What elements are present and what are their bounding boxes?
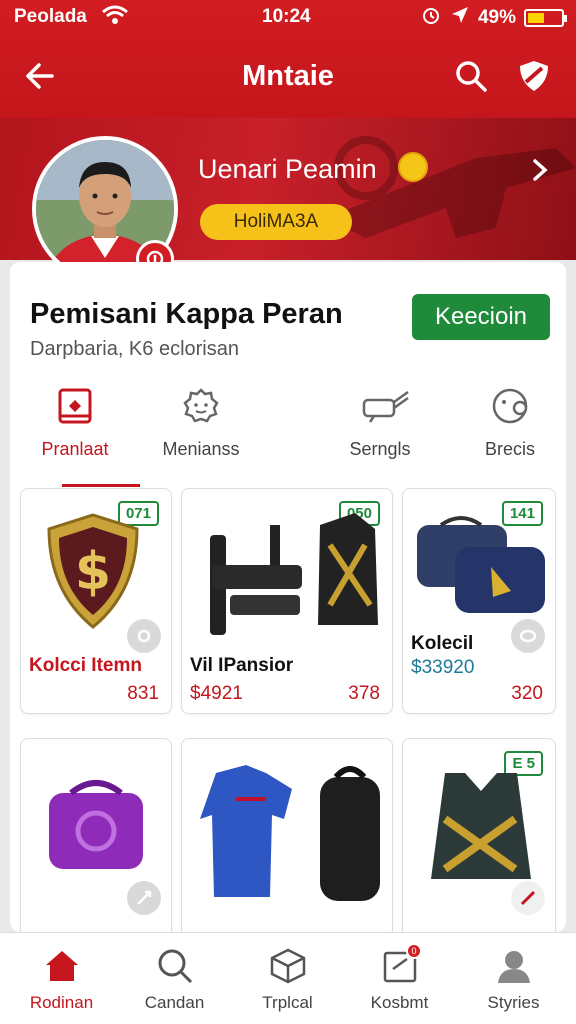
- whistle-icon: [360, 386, 412, 431]
- product-card[interactable]: 141 Kolecil $33920 320: [402, 488, 556, 714]
- coin-icon: [398, 152, 428, 182]
- product-card[interactable]: [181, 738, 393, 938]
- active-tab-indicator: [62, 484, 140, 487]
- box-icon: [269, 947, 307, 990]
- product-name: Kolcci Itemn: [29, 655, 142, 676]
- product-card[interactable]: [20, 738, 172, 938]
- nav-label: Rodinan: [29, 993, 94, 1012]
- tactical-vest-icon: [431, 773, 531, 879]
- wifi-icon: [102, 5, 128, 31]
- home-icon: [43, 947, 81, 990]
- product-card[interactable]: 071 $ Kolcci Itemn 831: [20, 488, 172, 714]
- product-card[interactable]: E 5: [402, 738, 556, 938]
- edit-icon[interactable]: [511, 619, 545, 653]
- svg-text:$: $: [75, 542, 111, 602]
- product-old-price: $33920: [411, 657, 475, 678]
- tab-brecis[interactable]: Brecis: [445, 380, 575, 480]
- carrier-name: Peolada: [14, 6, 87, 27]
- user-icon: [495, 947, 533, 990]
- battery-level: [528, 13, 544, 23]
- nav-profile[interactable]: Styries: [456, 933, 571, 1024]
- purple-bag-icon: [49, 780, 143, 869]
- nav-home[interactable]: Rodinan: [4, 933, 119, 1024]
- shield-emblem-icon: $: [47, 513, 139, 629]
- link-icon[interactable]: [127, 619, 161, 653]
- tab-menianss[interactable]: Menianss: [136, 380, 266, 480]
- product-price: 378: [348, 683, 380, 704]
- page-title: Mntaie: [242, 60, 334, 92]
- rifle-and-vest-icon: [210, 513, 378, 635]
- product-name: Kolecil: [411, 633, 474, 654]
- shield-icon[interactable]: [516, 58, 552, 99]
- tab-serngls[interactable]: Serngls: [315, 380, 445, 480]
- notification-badge: 0: [406, 943, 422, 959]
- product-price: 831: [127, 683, 159, 704]
- nav-box[interactable]: Trplcal: [230, 933, 345, 1024]
- card-subtitle: Darpbaria, K6 eclorisan: [30, 338, 239, 360]
- product-old-price: $4921: [190, 683, 243, 704]
- chevron-right-icon[interactable]: [530, 158, 550, 187]
- battery-percent: 49%: [477, 7, 516, 28]
- nav-inbox[interactable]: 0 Kosbmt: [342, 933, 457, 1024]
- top-bar: Peolada 10:24 49% Mntaie: [0, 0, 576, 120]
- nav-label: Styries: [487, 993, 540, 1012]
- tab-label: Menianss: [162, 439, 240, 459]
- nav-label: Kosbmt: [370, 993, 429, 1012]
- status-bar: Peolada 10:24 49%: [0, 0, 576, 34]
- alarm-icon: [420, 4, 442, 32]
- product-price: 320: [511, 683, 543, 704]
- gift-card-icon: [55, 386, 95, 431]
- location-icon: [450, 5, 470, 31]
- tool-icon[interactable]: [127, 881, 161, 915]
- product-name: Vil IPansior: [190, 655, 294, 676]
- tab-pranlaat[interactable]: Pranlaat: [10, 380, 140, 480]
- card-title: Pemisani Kappa Peran: [30, 298, 343, 330]
- tab-label: Pranlaat: [41, 439, 109, 459]
- nav-label: Trplcal: [262, 993, 313, 1012]
- tab-label: Serngls: [349, 439, 411, 459]
- jersey-and-backpack-icon: [200, 765, 380, 901]
- profile-name: Uenari Peamin: [198, 154, 377, 184]
- search-icon: [156, 947, 194, 990]
- share-icon[interactable]: [511, 881, 545, 915]
- profile-tag[interactable]: HoliMA3A: [200, 204, 352, 240]
- nav-label: Candan: [144, 993, 205, 1012]
- tab-label: Brecis: [484, 439, 535, 459]
- clock: 10:24: [262, 6, 311, 27]
- product-card[interactable]: 050 Vil IPansior $4921 378: [181, 488, 393, 714]
- bottom-nav: Rodinan Candan Trplcal 0 Kosbmt Styries: [0, 932, 576, 1024]
- header-nav: Mntaie: [0, 50, 576, 106]
- rifle-silhouette-icon: [326, 136, 576, 238]
- gear-icon: [181, 386, 221, 431]
- nav-search[interactable]: Candan: [117, 933, 232, 1024]
- primary-action-button[interactable]: Keecioin: [412, 294, 550, 340]
- category-tabs: Pranlaat Menianss Serngls Brecis: [10, 380, 566, 490]
- search-icon[interactable]: [454, 59, 488, 98]
- battery-icon: [524, 9, 567, 27]
- duffle-bags-icon: [417, 516, 545, 613]
- smile-icon: [490, 386, 534, 431]
